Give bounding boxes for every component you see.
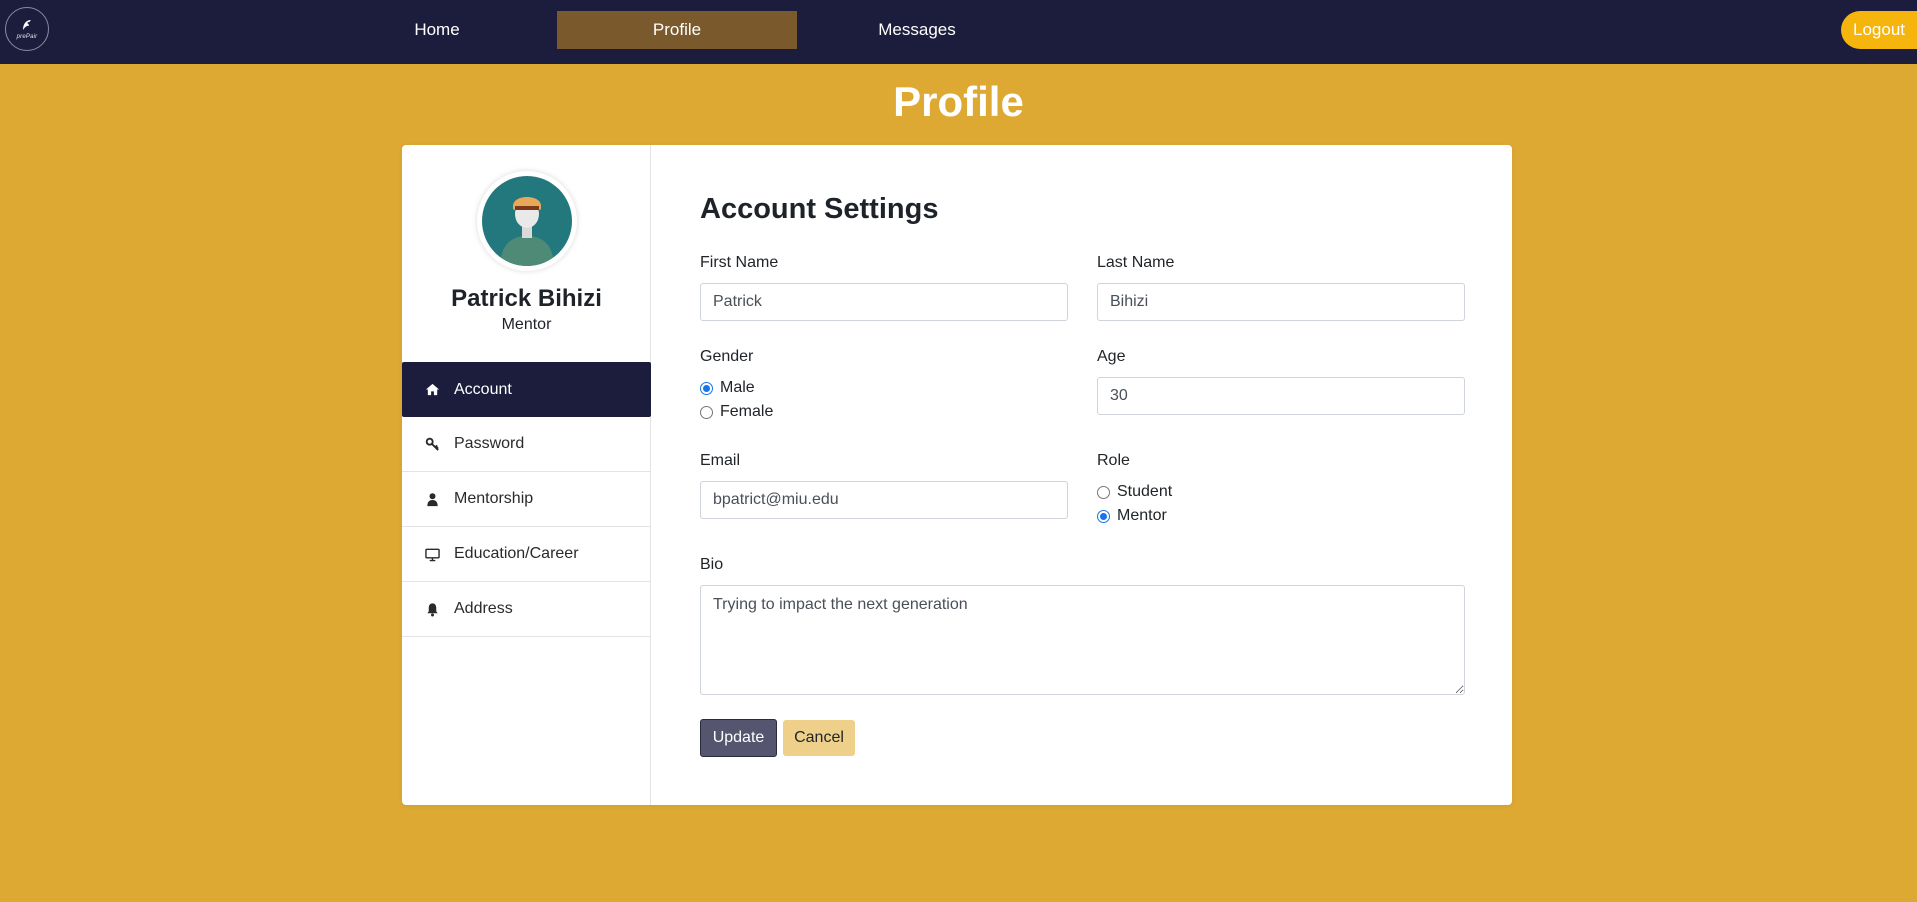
first-name-label: First Name: [700, 254, 779, 271]
sidebar-item-label: Password: [454, 435, 525, 452]
bio-label: Bio: [700, 556, 724, 573]
age-label: Age: [1097, 348, 1126, 365]
avatar: [477, 171, 577, 271]
account-settings-form: Account Settings First Name Last Name Ge…: [700, 145, 1465, 805]
home-icon: [424, 382, 440, 398]
logo[interactable]: prePair: [5, 7, 49, 51]
monitor-icon: [424, 546, 440, 562]
settings-menu: Account Password Mentorship Education/Ca…: [402, 362, 651, 637]
page-title: Profile: [893, 78, 1024, 125]
sidebar-item-address[interactable]: Address: [402, 582, 651, 637]
first-name-input[interactable]: [700, 283, 1068, 321]
sidebar-item-label: Education/Career: [454, 545, 579, 562]
sidebar-item-password[interactable]: Password: [402, 417, 651, 472]
sidebar-item-account[interactable]: Account: [402, 362, 651, 417]
role-option-student[interactable]: Student: [1097, 483, 1172, 501]
age-input[interactable]: [1097, 377, 1465, 415]
profile-sidebar: Patrick Bihizi Mentor Account Password M…: [402, 145, 651, 805]
sidebar-item-education-career[interactable]: Education/Career: [402, 527, 651, 582]
bio-textarea[interactable]: Trying to impact the next generation: [700, 585, 1465, 695]
logout-button[interactable]: Logout: [1841, 11, 1917, 49]
sidebar-item-mentorship[interactable]: Mentorship: [402, 472, 651, 527]
gender-male-radio[interactable]: [700, 381, 713, 395]
role-mentor-radio[interactable]: [1097, 509, 1110, 523]
nav-home-link[interactable]: Home: [317, 11, 557, 49]
key-icon: [424, 436, 440, 452]
logo-mark-icon: [23, 20, 31, 30]
gender-female-radio[interactable]: [700, 405, 713, 419]
form-title: Account Settings: [700, 193, 939, 225]
gender-label: Gender: [700, 348, 754, 365]
nav-messages-link[interactable]: Messages: [797, 11, 1037, 49]
role-mentor-label: Mentor: [1117, 507, 1167, 524]
role-student-label: Student: [1117, 483, 1173, 500]
sidebar-item-label: Account: [454, 380, 512, 398]
update-button[interactable]: Update: [700, 719, 777, 757]
email-input[interactable]: [700, 481, 1068, 519]
last-name-label: Last Name: [1097, 254, 1175, 271]
bell-icon: [424, 601, 440, 617]
avatar-image: [482, 176, 572, 266]
email-label: Email: [700, 452, 741, 469]
user-role: Mentor: [501, 316, 552, 333]
gender-option-female[interactable]: Female: [700, 403, 773, 421]
role-label: Role: [1097, 452, 1130, 469]
logo-wordmark: prePair: [16, 34, 38, 40]
nav-profile-link[interactable]: Profile: [557, 11, 797, 49]
gender-male-label: Male: [720, 379, 755, 396]
user-icon: [424, 491, 440, 507]
profile-card: Patrick Bihizi Mentor Account Password M…: [402, 145, 1512, 805]
gender-female-label: Female: [720, 403, 774, 420]
top-navbar: prePair Home Profile Messages Logout: [0, 0, 1917, 64]
cancel-button[interactable]: Cancel: [783, 720, 855, 756]
role-option-mentor[interactable]: Mentor: [1097, 507, 1167, 525]
sidebar-item-label: Address: [454, 600, 513, 617]
role-student-radio[interactable]: [1097, 485, 1110, 499]
last-name-input[interactable]: [1097, 283, 1465, 321]
sidebar-item-label: Mentorship: [454, 490, 534, 507]
gender-option-male[interactable]: Male: [700, 379, 755, 397]
user-name: Patrick Bihizi: [451, 285, 602, 312]
